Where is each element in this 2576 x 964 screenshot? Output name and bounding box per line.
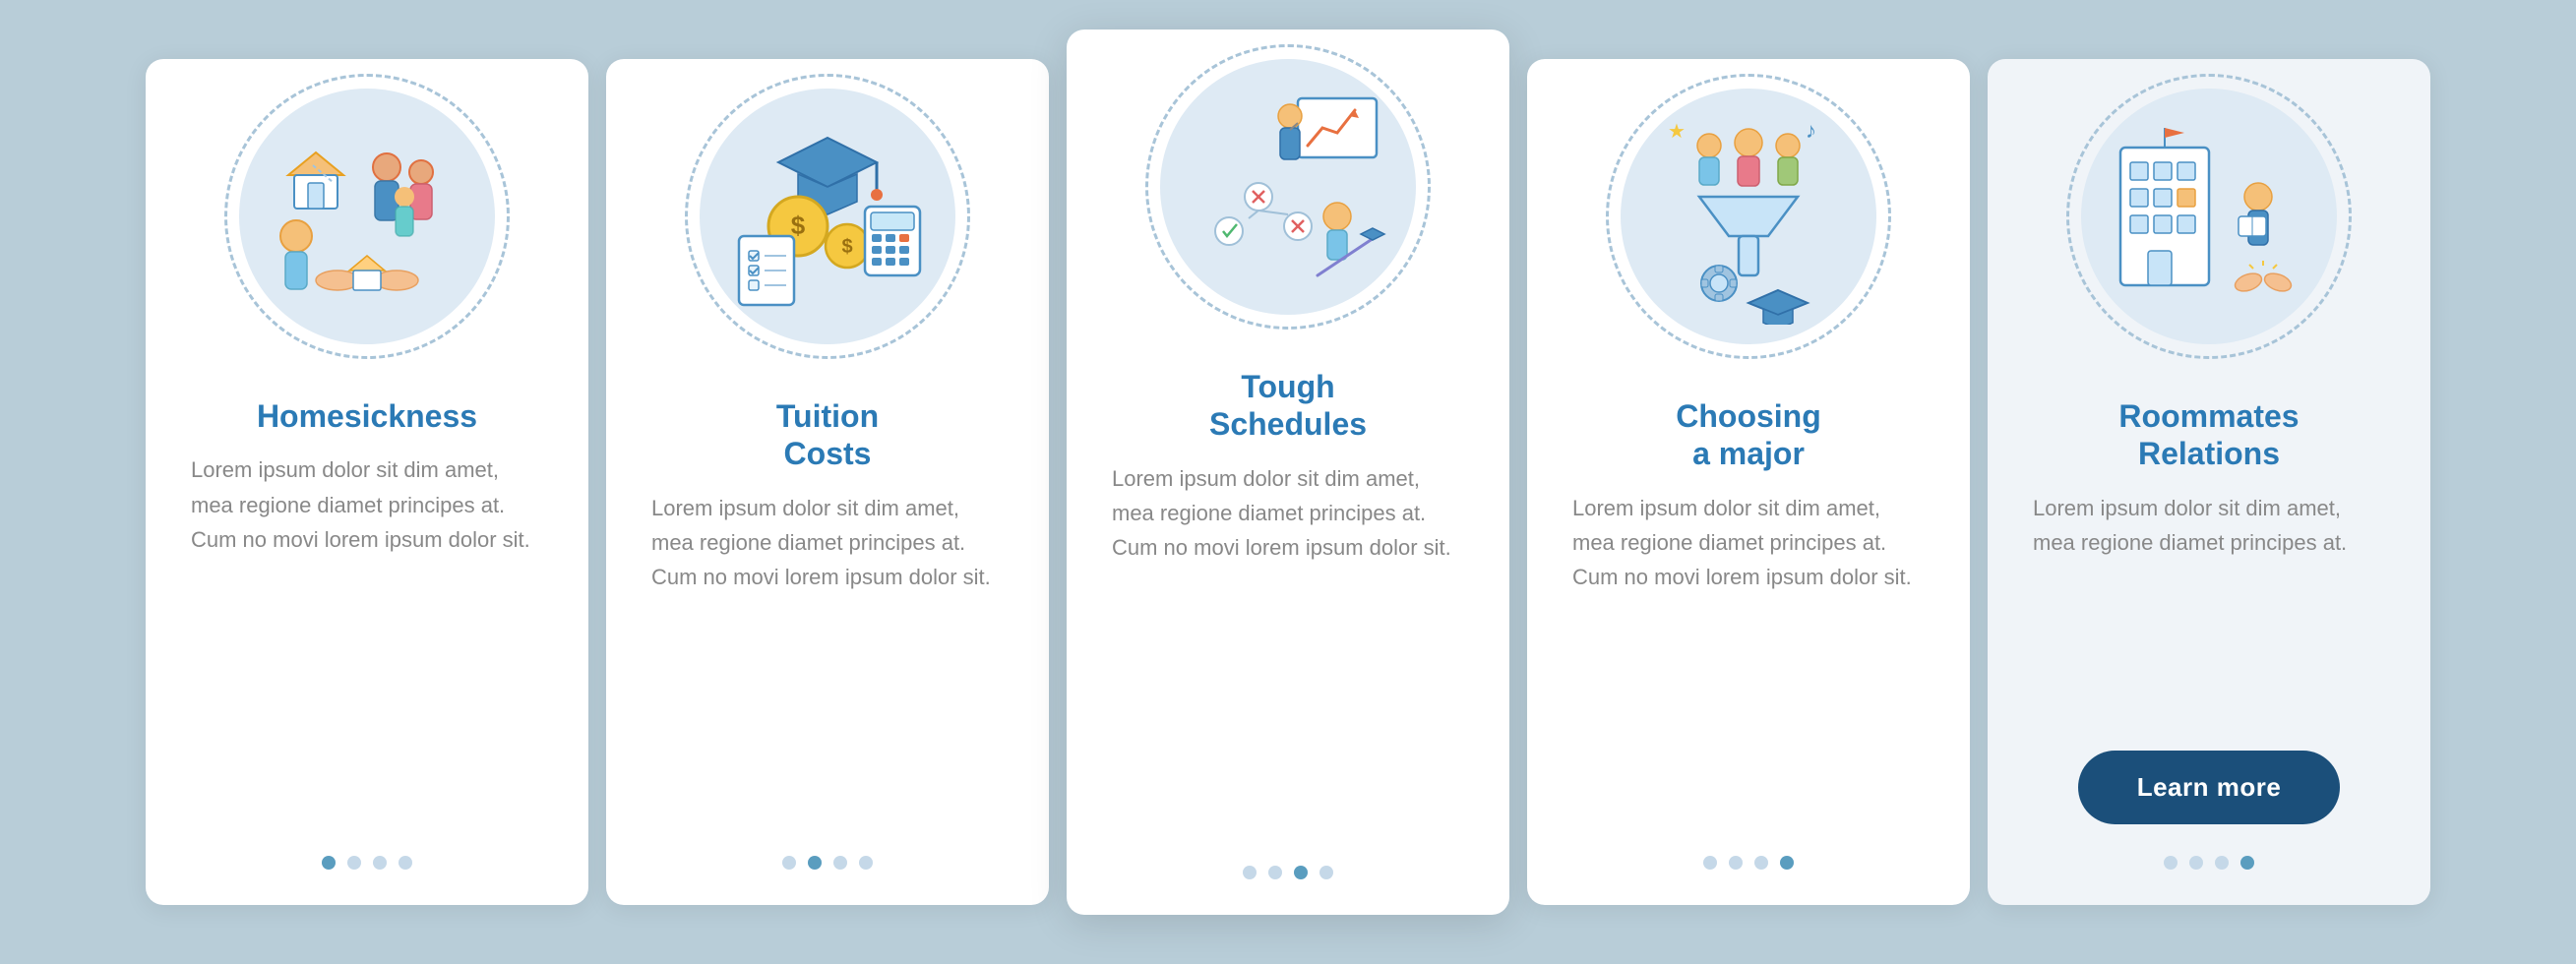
card-title-5: RoommatesRelations xyxy=(2118,397,2299,473)
card-title-2: TuitionCosts xyxy=(776,397,879,473)
card-tough-schedules: ToughSchedules Lorem ipsum dolor sit dim… xyxy=(1067,30,1509,915)
dot-2-2 xyxy=(808,856,822,870)
card-roommates-relations: RoommatesRelations Lorem ipsum dolor sit… xyxy=(1988,59,2430,905)
choosing-major-icon: ♪ ★ xyxy=(1640,108,1857,325)
card-icon-area-4: ♪ ★ xyxy=(1527,59,1970,374)
dots-row-4 xyxy=(1703,856,1794,870)
tough-schedules-icon xyxy=(1180,79,1396,295)
card-icon-area-2: $ $ xyxy=(606,59,1049,374)
card-title-4: Choosinga major xyxy=(1676,397,1821,473)
svg-text:$: $ xyxy=(841,236,852,258)
dot-5-2 xyxy=(2189,856,2203,870)
dot-5-1 xyxy=(2164,856,2177,870)
icon-circle-3 xyxy=(1160,59,1416,315)
dot-5-3 xyxy=(2215,856,2229,870)
svg-text:$: $ xyxy=(791,211,806,240)
card-tuition-costs: $ $ xyxy=(606,59,1049,905)
dot-3-3 xyxy=(1294,866,1308,879)
cards-container: Homesickness Lorem ipsum dolor sit dim a… xyxy=(87,10,2489,954)
dot-2-4 xyxy=(859,856,873,870)
card-icon-area-5 xyxy=(1988,59,2430,374)
dots-row-5 xyxy=(2164,856,2254,870)
dot-1-4 xyxy=(399,856,412,870)
roommates-icon xyxy=(2101,108,2317,325)
dot-4-2 xyxy=(1729,856,1743,870)
card-text-1: Lorem ipsum dolor sit dim amet, mea regi… xyxy=(191,452,543,824)
icon-circle-1 xyxy=(239,89,495,344)
icon-circle-5 xyxy=(2081,89,2337,344)
dot-2-1 xyxy=(782,856,796,870)
card-title-3: ToughSchedules xyxy=(1209,368,1367,444)
card-choosing-major: ♪ ★ xyxy=(1527,59,1970,905)
tuition-costs-icon: $ $ xyxy=(719,108,936,325)
dots-row-1 xyxy=(322,856,412,870)
dot-4-3 xyxy=(1754,856,1768,870)
dot-3-2 xyxy=(1268,866,1282,879)
dot-4-4 xyxy=(1780,856,1794,870)
card-homesickness: Homesickness Lorem ipsum dolor sit dim a… xyxy=(146,59,588,905)
card-text-5: Lorem ipsum dolor sit dim amet, mea regi… xyxy=(2033,491,2385,723)
card-text-4: Lorem ipsum dolor sit dim amet, mea regi… xyxy=(1572,491,1925,824)
dot-1-3 xyxy=(373,856,387,870)
icon-circle-2: $ $ xyxy=(700,89,955,344)
card-text-3: Lorem ipsum dolor sit dim amet, mea regi… xyxy=(1112,461,1464,834)
card-text-2: Lorem ipsum dolor sit dim amet, mea regi… xyxy=(651,491,1004,824)
card-icon-area-1 xyxy=(146,59,588,374)
learn-more-button[interactable]: Learn more xyxy=(2078,751,2341,824)
dot-3-4 xyxy=(1319,866,1333,879)
dots-row-2 xyxy=(782,856,873,870)
card-icon-area-3 xyxy=(1067,30,1509,344)
card-title-1: Homesickness xyxy=(257,397,477,435)
icon-circle-4: ♪ ★ xyxy=(1621,89,1876,344)
svg-text:♪: ♪ xyxy=(1806,118,1816,143)
svg-text:★: ★ xyxy=(1668,121,1686,143)
dot-5-4 xyxy=(2240,856,2254,870)
dot-1-2 xyxy=(347,856,361,870)
dots-row-3 xyxy=(1243,866,1333,879)
homesickness-icon xyxy=(259,108,475,325)
dot-3-1 xyxy=(1243,866,1257,879)
dot-4-1 xyxy=(1703,856,1717,870)
dot-1-1 xyxy=(322,856,336,870)
dot-2-3 xyxy=(833,856,847,870)
